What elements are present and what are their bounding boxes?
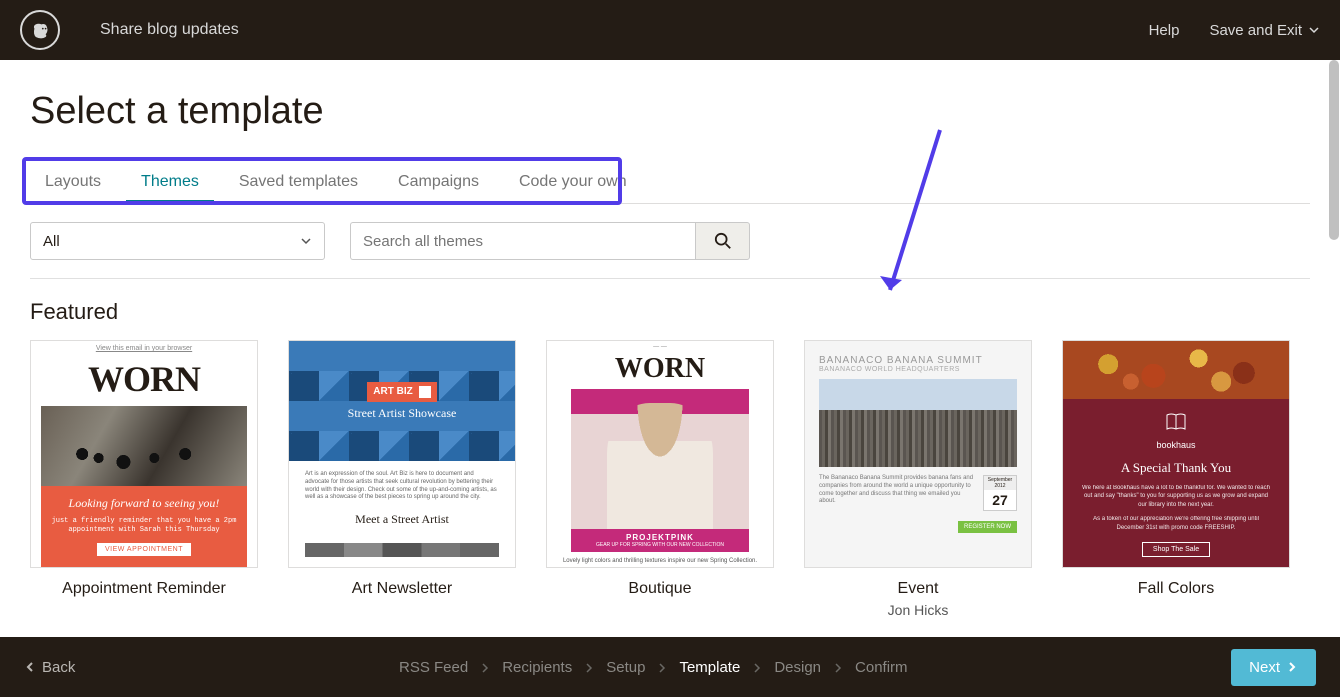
- brand-logo[interactable]: [20, 10, 60, 50]
- divider: [30, 278, 1310, 279]
- tab-campaigns[interactable]: Campaigns: [383, 163, 494, 203]
- next-label: Next: [1249, 659, 1280, 676]
- template-name: Boutique: [546, 580, 774, 598]
- chevron-right-icon: [480, 659, 490, 676]
- template-thumbnail: ART BIZ Street Artist Showcase Art is an…: [288, 340, 516, 568]
- main-content: Select a template Layouts Themes Saved t…: [0, 60, 1340, 637]
- category-dropdown[interactable]: All: [30, 222, 325, 260]
- tab-code-your-own[interactable]: Code your own: [504, 163, 642, 203]
- page-title: Select a template: [30, 90, 1310, 133]
- template-thumbnail: — — WORN PROJEKTPINK GEAR UP FOR SPRING …: [546, 340, 774, 568]
- crumb-setup[interactable]: Setup: [606, 659, 645, 676]
- search-button[interactable]: [695, 222, 750, 260]
- template-card-fall-colors[interactable]: bookhaus A Special Thank You We here at …: [1062, 340, 1290, 618]
- chevron-right-icon: [1286, 661, 1298, 673]
- filter-row: All: [30, 222, 1310, 260]
- help-link[interactable]: Help: [1149, 22, 1180, 39]
- crumb-design[interactable]: Design: [774, 659, 821, 676]
- book-icon: [1079, 413, 1273, 436]
- save-and-exit-button[interactable]: Save and Exit: [1209, 22, 1320, 39]
- template-name: Art Newsletter: [288, 580, 516, 598]
- crumb-rss-feed[interactable]: RSS Feed: [399, 659, 468, 676]
- next-button[interactable]: Next: [1231, 649, 1316, 686]
- footer-wizard-bar: Back RSS Feed Recipients Setup Template …: [0, 637, 1340, 697]
- tab-navigation: Layouts Themes Saved templates Campaigns…: [30, 163, 1310, 204]
- template-thumbnail: View this email in your browser WORN Loo…: [30, 340, 258, 568]
- scrollbar-thumb[interactable]: [1329, 60, 1339, 240]
- annotation-arrow: [870, 120, 960, 310]
- template-name: Event: [804, 580, 1032, 598]
- wizard-breadcrumbs: RSS Feed Recipients Setup Template Desig…: [75, 659, 1231, 676]
- template-name: Fall Colors: [1062, 580, 1290, 598]
- template-author: Jon Hicks: [804, 602, 1032, 618]
- tab-saved-templates[interactable]: Saved templates: [224, 163, 373, 203]
- category-dropdown-value: All: [43, 233, 60, 250]
- campaign-title: Share blog updates: [100, 21, 239, 39]
- template-card-appointment-reminder[interactable]: View this email in your browser WORN Loo…: [30, 340, 258, 618]
- chevron-right-icon: [657, 659, 667, 676]
- save-and-exit-label: Save and Exit: [1209, 22, 1302, 39]
- template-grid: View this email in your browser WORN Loo…: [30, 340, 1310, 618]
- chevron-down-icon: [300, 235, 312, 247]
- chevron-right-icon: [584, 659, 594, 676]
- search-icon: [714, 232, 732, 250]
- chevron-left-icon: [24, 661, 36, 673]
- chevron-right-icon: [833, 659, 843, 676]
- search-input[interactable]: [350, 222, 695, 260]
- crumb-confirm[interactable]: Confirm: [855, 659, 908, 676]
- chevron-right-icon: [752, 659, 762, 676]
- crumb-template[interactable]: Template: [679, 659, 740, 676]
- template-thumbnail: bookhaus A Special Thank You We here at …: [1062, 340, 1290, 568]
- template-card-event[interactable]: BANANACO BANANA SUMMIT BANANACO WORLD HE…: [804, 340, 1032, 618]
- chevron-down-icon: [1308, 24, 1320, 36]
- crumb-recipients[interactable]: Recipients: [502, 659, 572, 676]
- section-title-featured: Featured: [30, 299, 1310, 325]
- back-label: Back: [42, 659, 75, 676]
- search-group: [350, 222, 750, 260]
- tab-themes[interactable]: Themes: [126, 163, 214, 203]
- tab-layouts[interactable]: Layouts: [30, 163, 116, 203]
- mailchimp-freddie-icon: [26, 16, 54, 44]
- back-button[interactable]: Back: [24, 659, 75, 676]
- template-name: Appointment Reminder: [30, 580, 258, 598]
- template-thumbnail: BANANACO BANANA SUMMIT BANANACO WORLD HE…: [804, 340, 1032, 568]
- template-card-boutique[interactable]: — — WORN PROJEKTPINK GEAR UP FOR SPRING …: [546, 340, 774, 618]
- top-bar: Share blog updates Help Save and Exit: [0, 0, 1340, 60]
- template-card-art-newsletter[interactable]: ART BIZ Street Artist Showcase Art is an…: [288, 340, 516, 618]
